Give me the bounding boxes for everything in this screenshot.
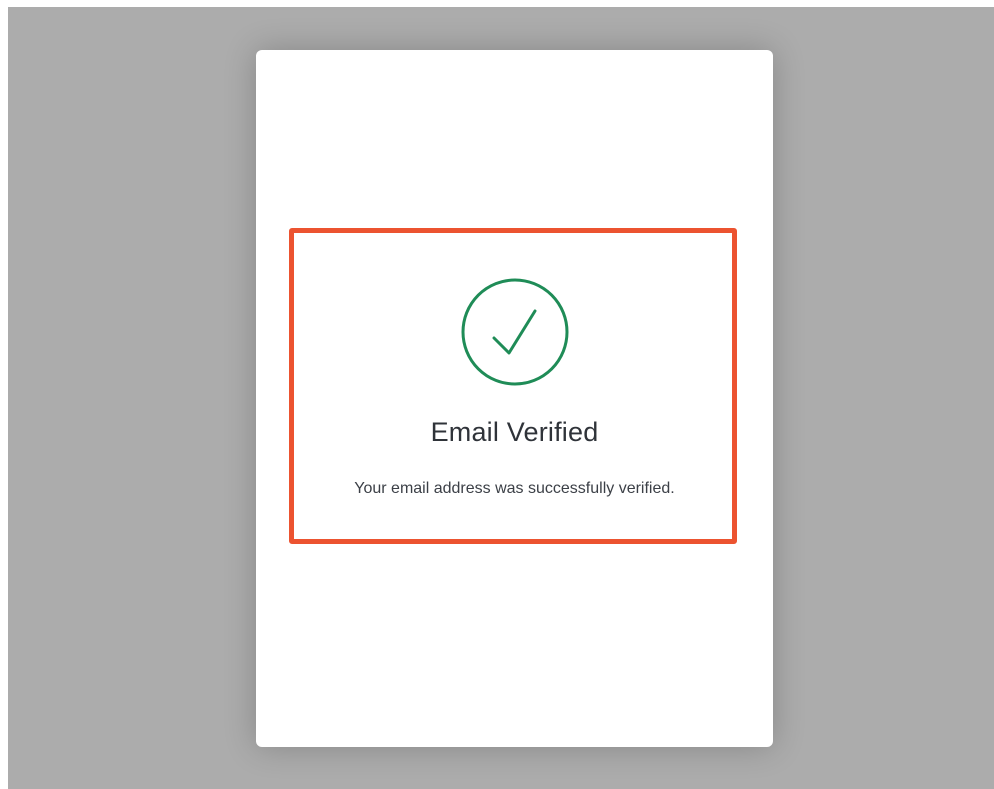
verification-modal [256, 50, 773, 747]
status-title: Email Verified [430, 417, 599, 447]
check-circle-icon [460, 277, 570, 387]
status-message: Your email address was successfully veri… [354, 480, 675, 497]
